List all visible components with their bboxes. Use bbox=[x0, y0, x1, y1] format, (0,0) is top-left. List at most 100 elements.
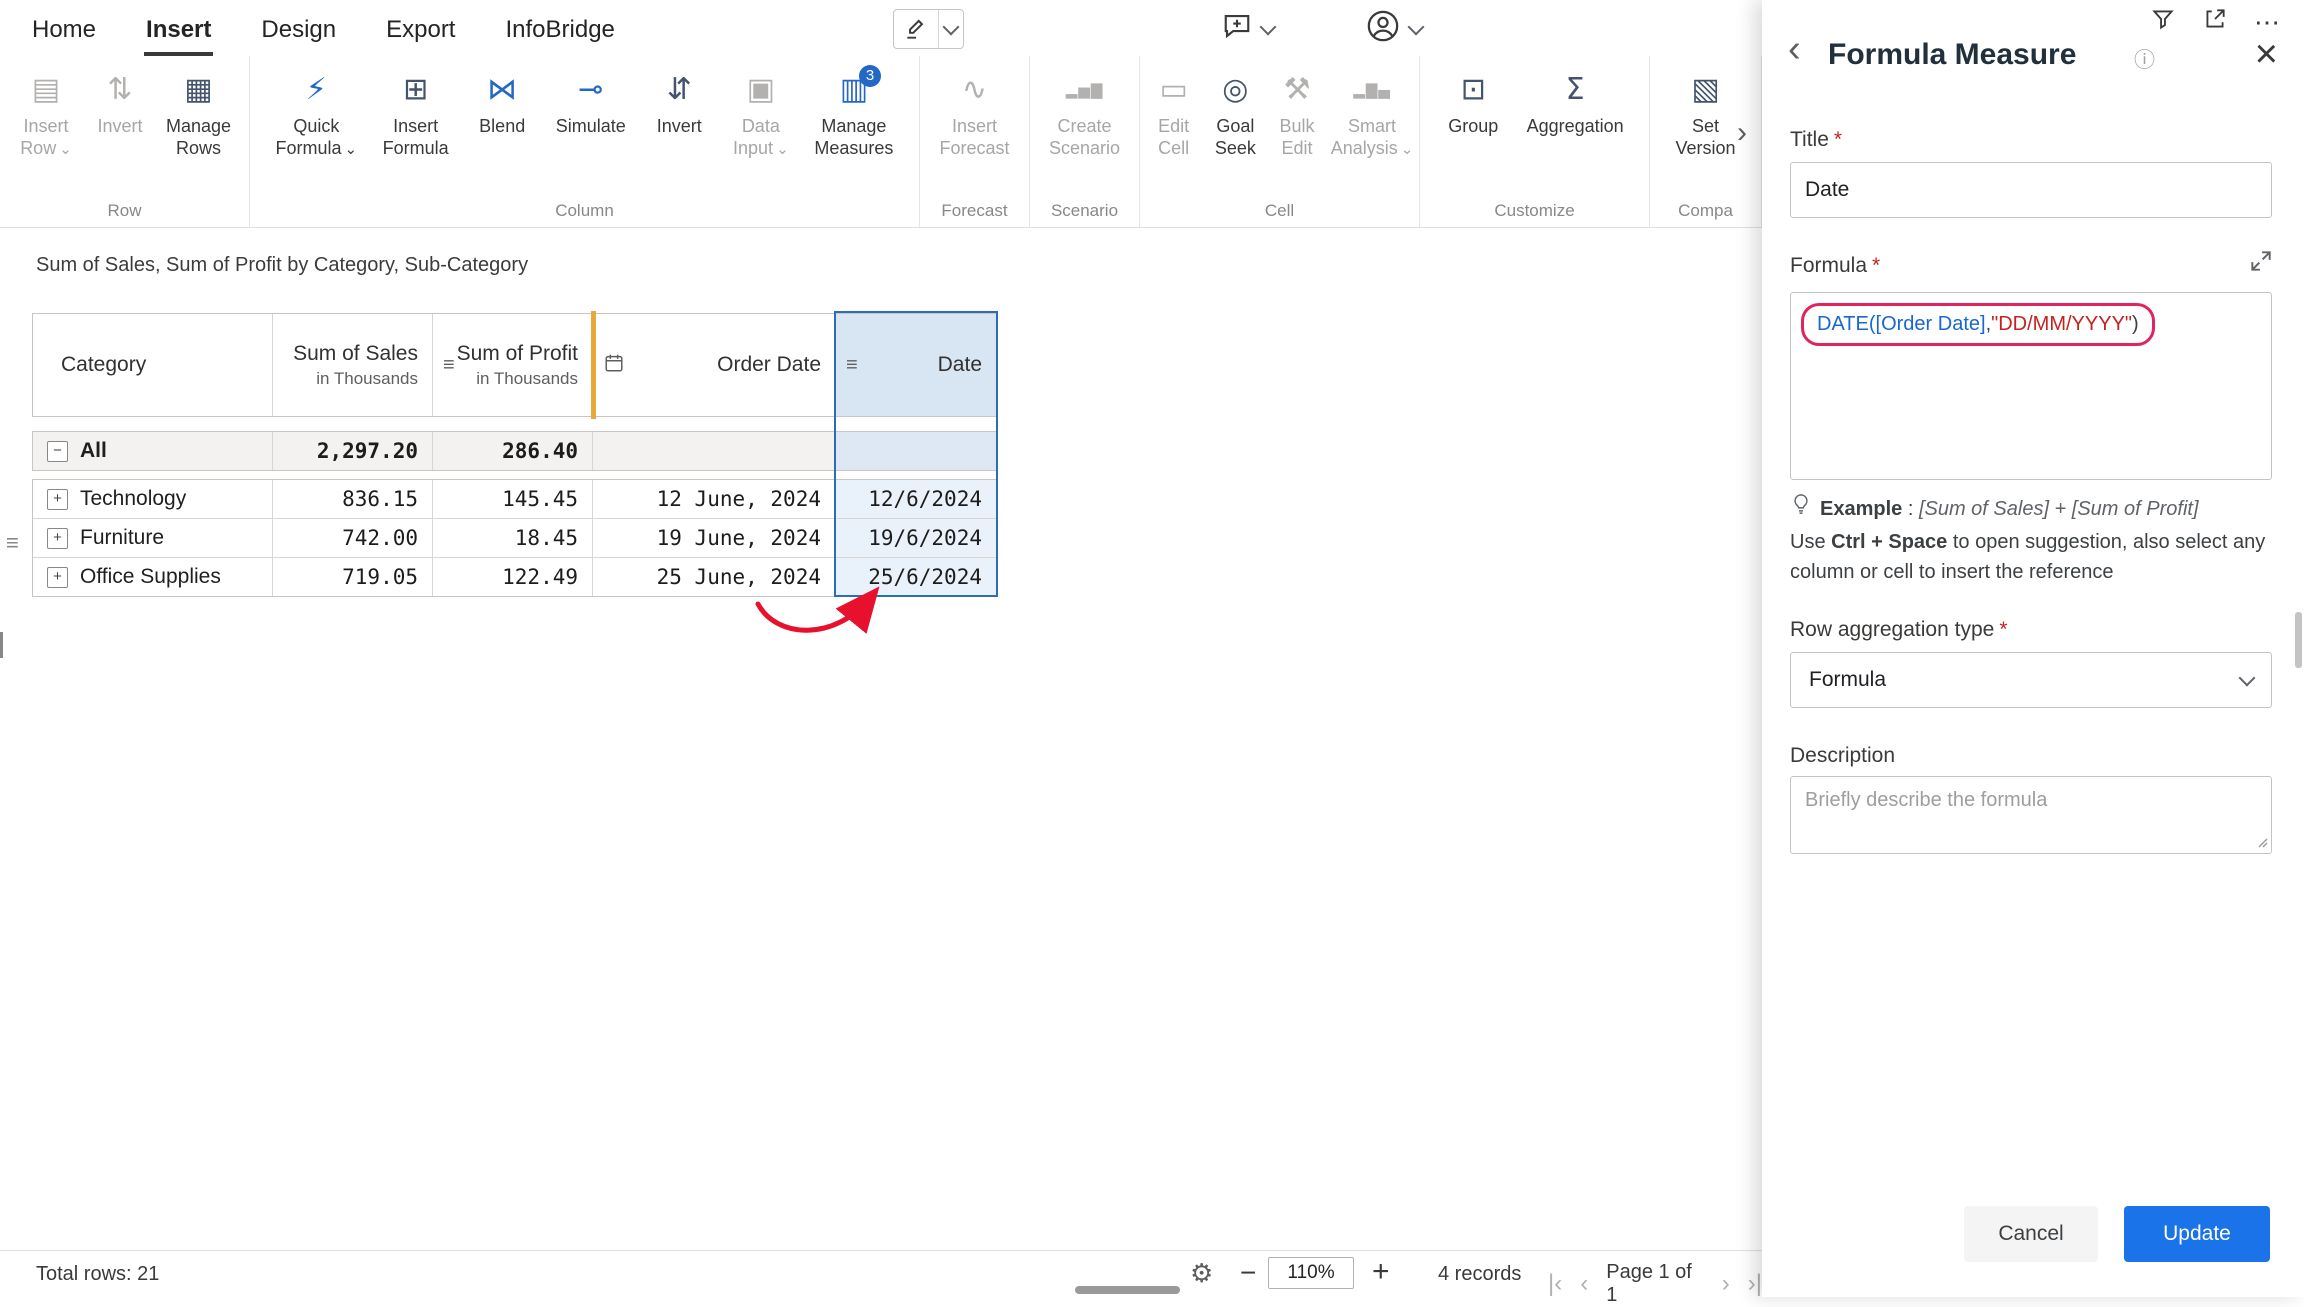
cell-all-category[interactable]: −All bbox=[33, 432, 273, 470]
page-indicator: Page 1 of 1 bbox=[1606, 1261, 1704, 1307]
tab-infobridge[interactable]: InfoBridge bbox=[503, 4, 616, 56]
cell-all-sales[interactable]: 2,297.20 bbox=[273, 432, 433, 470]
view-title: Sum of Sales, Sum of Profit by Category,… bbox=[36, 254, 528, 277]
cell-office-supplies-date[interactable]: 25/6/2024 bbox=[836, 558, 996, 596]
pagination: |‹ ‹ Page 1 of 1 › ›| bbox=[1548, 1261, 1762, 1307]
settings-gear-icon[interactable]: ⚙ bbox=[1190, 1258, 1213, 1289]
column-label: Sum of Profit bbox=[457, 342, 578, 366]
more-options-icon[interactable]: ⋯ bbox=[2254, 9, 2280, 35]
column-header-profit[interactable]: ≡Sum of Profitin Thousands bbox=[433, 314, 593, 416]
invert-icon: ⇅ bbox=[107, 68, 132, 112]
cell-office-supplies-category[interactable]: +Office Supplies bbox=[33, 558, 273, 596]
edit-tool-button[interactable] bbox=[893, 9, 964, 49]
horizontal-scrollbar-thumb[interactable] bbox=[1075, 1286, 1180, 1294]
cancel-button[interactable]: Cancel bbox=[1964, 1206, 2098, 1262]
example-formula: [Sum of Sales] + [Sum of Profit] bbox=[1919, 498, 2199, 520]
ribbon-button-manage-measures[interactable]: ▥3ManageMeasures bbox=[814, 68, 893, 159]
cell-technology-profit[interactable]: 145.45 bbox=[433, 480, 593, 518]
cell-technology-sales[interactable]: 836.15 bbox=[273, 480, 433, 518]
update-button[interactable]: Update bbox=[2124, 1206, 2270, 1262]
column-label: Sum of Sales bbox=[293, 342, 418, 366]
back-button[interactable]: ‹ bbox=[1788, 30, 1801, 68]
first-page-icon: |‹ bbox=[1548, 1271, 1562, 1297]
tab-insert[interactable]: Insert bbox=[144, 4, 213, 56]
ribbon-button-manage-rows[interactable]: ▦ManageRows bbox=[166, 68, 231, 159]
required-mark: * bbox=[1999, 618, 2007, 641]
zoom-in-button[interactable]: + bbox=[1372, 1255, 1390, 1289]
cell-furniture-date[interactable]: 19/6/2024 bbox=[836, 519, 996, 557]
close-button[interactable]: × bbox=[2255, 34, 2278, 74]
chevron-down-icon[interactable] bbox=[1260, 18, 1277, 35]
statusbar: Total rows: 21 ⚙ − + 4 records |‹ ‹ Page… bbox=[0, 1250, 1762, 1297]
chevron-down-icon[interactable] bbox=[1408, 18, 1425, 35]
cell-furniture-order_date[interactable]: 19 June, 2024 bbox=[593, 519, 836, 557]
ribbon-button-quick-formula[interactable]: ⚡QuickFormula⌄ bbox=[276, 68, 358, 161]
zoom-out-button[interactable]: − bbox=[1240, 1257, 1256, 1289]
ribbon-group-cell: ▭EditCell◎GoalSeek⚒BulkEdit▂▇▄SmartAnaly… bbox=[1140, 56, 1420, 227]
filter-icon[interactable] bbox=[2150, 6, 2176, 37]
total-row-block: −All2,297.20286.40 bbox=[32, 431, 997, 471]
table-row-furniture: +Furniture742.0018.4519 June, 202419/6/2… bbox=[33, 518, 996, 557]
aggregation-field-label: Row aggregation type* bbox=[1790, 618, 2008, 642]
info-icon[interactable]: ⓘ bbox=[2134, 44, 2155, 74]
column-drag-icon[interactable]: ≡ bbox=[443, 355, 455, 375]
cell-furniture-category[interactable]: +Furniture bbox=[33, 519, 273, 557]
expand-icon[interactable]: + bbox=[47, 567, 68, 588]
cell-all-order_date[interactable] bbox=[593, 432, 836, 470]
cell-technology-category[interactable]: +Technology bbox=[33, 480, 273, 518]
formula-highlight: DATE([Order Date],"DD/MM/YYYY") bbox=[1801, 303, 2155, 346]
zoom-input[interactable] bbox=[1268, 1257, 1354, 1289]
manage-measures-icon: ▥3 bbox=[840, 68, 868, 112]
expand-icon[interactable]: + bbox=[47, 489, 68, 510]
ribbon-button-set-version[interactable]: ▧SetVersion bbox=[1675, 68, 1735, 159]
column-sublabel: in Thousands bbox=[316, 369, 418, 389]
ribbon-button-blend[interactable]: ⋈Blend bbox=[474, 68, 530, 137]
ribbon-group-column: ⚡QuickFormula⌄ ⊞InsertFormula ⋈Blend ⊸Simul… bbox=[250, 56, 920, 227]
column-header-sales[interactable]: Sum of Sales in Thousands bbox=[273, 314, 433, 416]
cell-technology-date[interactable]: 12/6/2024 bbox=[836, 480, 996, 518]
panel-scrollbar-thumb[interactable] bbox=[2295, 612, 2302, 668]
description-textarea[interactable] bbox=[1790, 776, 2272, 854]
cell-office-supplies-order_date[interactable]: 25 June, 2024 bbox=[593, 558, 836, 596]
cell-all-profit[interactable]: 286.40 bbox=[433, 432, 593, 470]
row-drag-handle-icon[interactable]: ≡ bbox=[6, 530, 19, 556]
pivot-table: CategorySum of Salesin Thousands≡Sum of … bbox=[32, 313, 997, 597]
column-header-order_date[interactable]: Order Date bbox=[593, 314, 836, 416]
comment-tool-button[interactable] bbox=[1222, 12, 1274, 45]
chevron-down-icon[interactable] bbox=[938, 10, 963, 48]
ribbon-button-group[interactable]: ⊡Group bbox=[1445, 68, 1501, 137]
ribbon-overflow-button[interactable]: › bbox=[1737, 116, 1747, 150]
ribbon-button-simulate[interactable]: ⊸Simulate bbox=[556, 68, 626, 137]
cell-technology-order_date[interactable]: 12 June, 2024 bbox=[593, 480, 836, 518]
row-aggregation-select[interactable]: Formula bbox=[1790, 652, 2272, 708]
ribbon-button-insert-formula[interactable]: ⊞InsertFormula bbox=[383, 68, 449, 159]
popout-icon[interactable] bbox=[2202, 6, 2228, 37]
expand-icon[interactable]: + bbox=[47, 528, 68, 549]
cell-furniture-profit[interactable]: 18.45 bbox=[433, 519, 593, 557]
ribbon-button-aggregation[interactable]: ΣAggregation bbox=[1527, 68, 1624, 137]
ribbon-group-forecast: ∿InsertForecastForecast bbox=[920, 56, 1030, 227]
required-mark: * bbox=[1834, 128, 1842, 151]
formula-editor[interactable]: DATE([Order Date],"DD/MM/YYYY") bbox=[1790, 292, 2272, 480]
tab-export[interactable]: Export bbox=[384, 4, 457, 56]
expand-formula-icon[interactable] bbox=[2248, 248, 2274, 279]
formula-field-label: Formula* bbox=[1790, 254, 1880, 278]
table-row-technology: +Technology836.15145.4512 June, 202412/6… bbox=[33, 480, 996, 518]
column-drag-icon[interactable]: ≡ bbox=[846, 355, 858, 375]
cell-furniture-sales[interactable]: 742.00 bbox=[273, 519, 433, 557]
tab-design[interactable]: Design bbox=[259, 4, 338, 56]
column-header-date[interactable]: ≡Date bbox=[836, 314, 996, 416]
collapse-icon[interactable]: − bbox=[47, 441, 68, 462]
column-header-category[interactable]: Category bbox=[33, 314, 273, 416]
account-button[interactable] bbox=[1366, 9, 1422, 48]
ribbon-button-edit-cell: ▭EditCell bbox=[1146, 68, 1202, 159]
cell-all-date[interactable] bbox=[836, 432, 996, 470]
cell-office-supplies-sales[interactable]: 719.05 bbox=[273, 558, 433, 596]
cell-office-supplies-profit[interactable]: 122.49 bbox=[433, 558, 593, 596]
ribbon-button-goal-seek[interactable]: ◎GoalSeek bbox=[1207, 68, 1263, 159]
ribbon-button-invert[interactable]: ⇵Invert bbox=[651, 68, 707, 137]
title-input[interactable] bbox=[1790, 162, 2272, 218]
menu-tabs: Home Insert Design Export InfoBridge bbox=[30, 0, 617, 56]
tab-home[interactable]: Home bbox=[30, 4, 98, 56]
next-page-icon: › bbox=[1722, 1271, 1730, 1297]
